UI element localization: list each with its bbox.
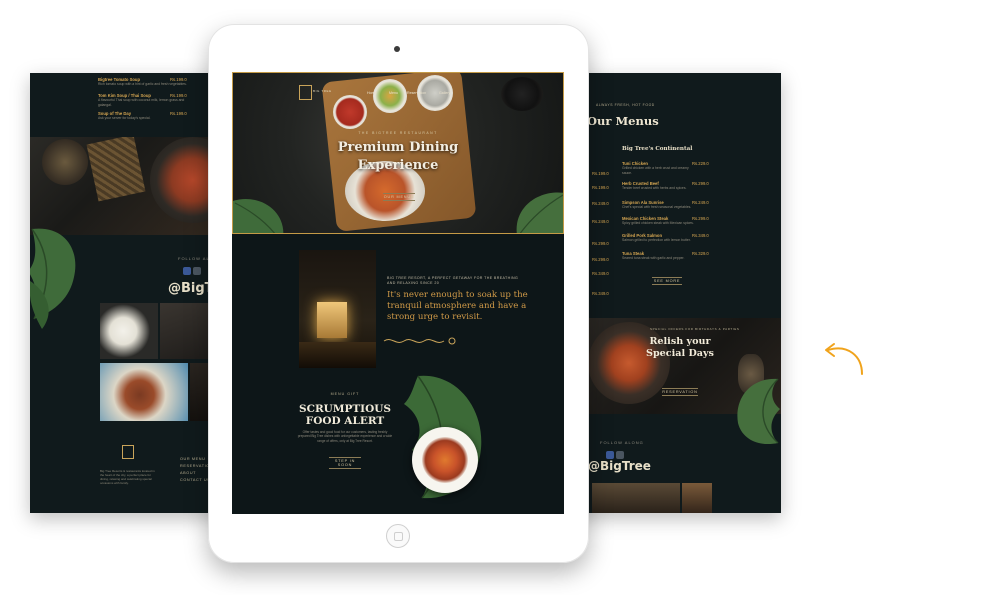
menus-title: Our Menus (587, 114, 659, 128)
menu-item-price: Rs.299.0 (592, 241, 609, 246)
menu-item-desc: Chef's special with fresh seasonal veget… (622, 205, 692, 209)
menu-item: Grilled Pork Salmon Salmon grilled to pe… (622, 233, 696, 243)
follow-along-label: FOLLOW ALONG (600, 440, 644, 445)
facebook-icon[interactable] (183, 267, 191, 275)
ornament-divider-icon (383, 337, 456, 345)
menu-item-desc: Salmon grilled to perfection with lemon … (622, 238, 691, 242)
footer-link-about[interactable]: ABOUT (180, 471, 196, 475)
hero-title-line2: Experience (357, 158, 439, 173)
hero-title-line1: Premium Dining (337, 140, 459, 155)
menu-item-price: Rs.349.0 (692, 233, 709, 238)
lit-window-image (317, 302, 347, 338)
camera-icon (394, 46, 400, 52)
right-page-preview: ALWAYS FRESH, HOT FOOD Our Menus Rs.199.… (570, 73, 781, 513)
menu-item: Simpson Ala Sunrise Chef's special with … (622, 200, 696, 210)
menu-item-price: Rs.349.0 (592, 291, 609, 296)
menu-item-price: Rs.199.0 (170, 111, 187, 116)
menus-kicker: ALWAYS FRESH, HOT FOOD (596, 103, 655, 107)
gallery-image-steak[interactable] (100, 363, 188, 421)
menu-item-desc: Ask your server for today's special. (98, 116, 151, 120)
menu-item: Herb Crusted Beef Tender beef crusted wi… (622, 181, 696, 191)
food-alert-title-line2: FOOD ALERT (305, 414, 385, 427)
menu-item-price: Rs.199.0 (592, 171, 609, 176)
menu-item-price: Rs.299.0 (692, 216, 709, 221)
menu-item-price: Rs.249.0 (692, 200, 709, 205)
gallery-image-interior[interactable] (592, 483, 680, 513)
monstera-leaf-icon (233, 199, 284, 233)
menu-item-desc: Seared tuna steak with garlic and pepper… (622, 256, 685, 260)
sauce-bowl-image (333, 95, 367, 129)
hero-kicker: THE BIGTREE RESTAURANT (358, 131, 438, 135)
menu-item-desc: Spicy grilled chicken steak with Mexican… (622, 221, 694, 225)
dark-bowl-image (501, 77, 543, 111)
reservation-button[interactable]: RESERVATION (662, 388, 698, 396)
footer-about-text: Big Tree Resorts & restaurants located i… (100, 469, 155, 485)
special-days-kicker: SPECIAL OFFERS FOR BIRTHDAYS & PARTIES (650, 327, 740, 331)
monstera-leaf-icon (737, 378, 780, 445)
footer-link-contact[interactable]: CONTACT US (180, 478, 210, 482)
food-alert-kicker: MENU GIFT (330, 392, 360, 396)
food-alert-title-line1: SCRUMPTIOUS (299, 403, 391, 415)
menu-item-price: Rs.199.0 (592, 185, 609, 190)
menu-item-desc: Tender beef crusted with herbs and spice… (622, 186, 687, 190)
footer-logo[interactable] (122, 445, 134, 459)
nav-reservation[interactable]: Reservation (407, 91, 426, 95)
menu-item-price: Rs.249.0 (592, 219, 609, 224)
intro-small-text: BIG TREE RESORT, A PERFECT GETAWAY FOR T… (387, 276, 519, 285)
menu-item-desc: Rich tomato soup with a hint of garlic a… (98, 82, 187, 86)
tablet-device: BIG TREE Home Menu Reservation Gallery T… (208, 24, 589, 563)
food-alert-title: SCRUMPTIOUS FOOD ALERT (290, 403, 400, 427)
menu-item: Tuna Steak Seared tuna steak with garlic… (622, 251, 696, 261)
menu-item-price: Rs.249.0 (592, 201, 609, 206)
menu-item-price: Rs.199.0 (170, 93, 187, 98)
special-days-title-line2: Special Days (646, 348, 714, 359)
footer-link-menu[interactable]: OUR MENU (180, 457, 205, 461)
bowl-image (42, 139, 88, 185)
nav-menu[interactable]: Menu (389, 91, 398, 95)
facebook-icon[interactable] (606, 451, 614, 459)
menu-item-price: Rs.349.0 (592, 271, 609, 276)
food-alert-desc: Offer tastes and good food for our custo… (297, 430, 393, 443)
dish-image (588, 322, 670, 404)
menu-section-heading: Big Tree's Continental (622, 146, 693, 152)
menu-item: Tuni Chicken Grilled chicken with a herb… (622, 161, 696, 176)
our-menus-button[interactable]: OUR MENUS (383, 193, 415, 201)
special-days-title: Relish your Special Days (640, 336, 720, 360)
menu-item-price: Rs.329.0 (692, 251, 709, 256)
menu-item-price: Rs.229.0 (692, 161, 709, 166)
home-button-icon[interactable] (386, 524, 410, 548)
menu-item-price: Rs.299.0 (692, 181, 709, 186)
nav-home[interactable]: Home (367, 91, 377, 95)
monstera-leaf-icon (516, 192, 563, 233)
social-handle: @BigTree (588, 459, 651, 473)
see-more-button[interactable]: SEE MORE (652, 277, 682, 285)
tablet-screen: BIG TREE Home Menu Reservation Gallery T… (232, 72, 564, 514)
menu-item-desc: Grilled chicken with a herb crust and cr… (622, 166, 689, 175)
restaurant-night-photo (299, 250, 376, 368)
basket-image (86, 137, 146, 202)
special-days-title-line1: Relish your (649, 336, 711, 347)
menu-item: Mexican Chicken Steak Spicy grilled chic… (622, 216, 696, 226)
curved-arrow-icon (825, 343, 863, 375)
menu-item-price: Rs.299.0 (592, 257, 609, 262)
instagram-icon[interactable] (193, 267, 201, 275)
monstera-leaf-icon (30, 228, 76, 329)
step-in-button[interactable]: STEP IN SOON (329, 457, 361, 469)
pasta-plate-image (412, 427, 478, 493)
pasta-image (422, 437, 468, 483)
left-page-preview: Bigtree Tomato Soup Rich tomato soup wit… (30, 73, 230, 513)
menu-item-price: Rs.199.0 (170, 77, 187, 82)
menu-item-desc: A flavourful Thai soup with coconut milk… (98, 98, 185, 107)
gallery-image-lights[interactable] (682, 483, 712, 513)
nav-gallery[interactable]: Gallery (439, 91, 450, 95)
site-logo[interactable] (299, 85, 312, 100)
hero-section: BIG TREE Home Menu Reservation Gallery T… (232, 72, 564, 234)
instagram-icon[interactable] (616, 451, 624, 459)
salad-bowl-image (373, 79, 407, 113)
gallery-image-coffee[interactable] (100, 303, 158, 359)
logo-text: BIG TREE (313, 89, 332, 93)
intro-quote: It's never enough to soak up the tranqui… (387, 290, 528, 322)
ground-image (299, 342, 376, 368)
